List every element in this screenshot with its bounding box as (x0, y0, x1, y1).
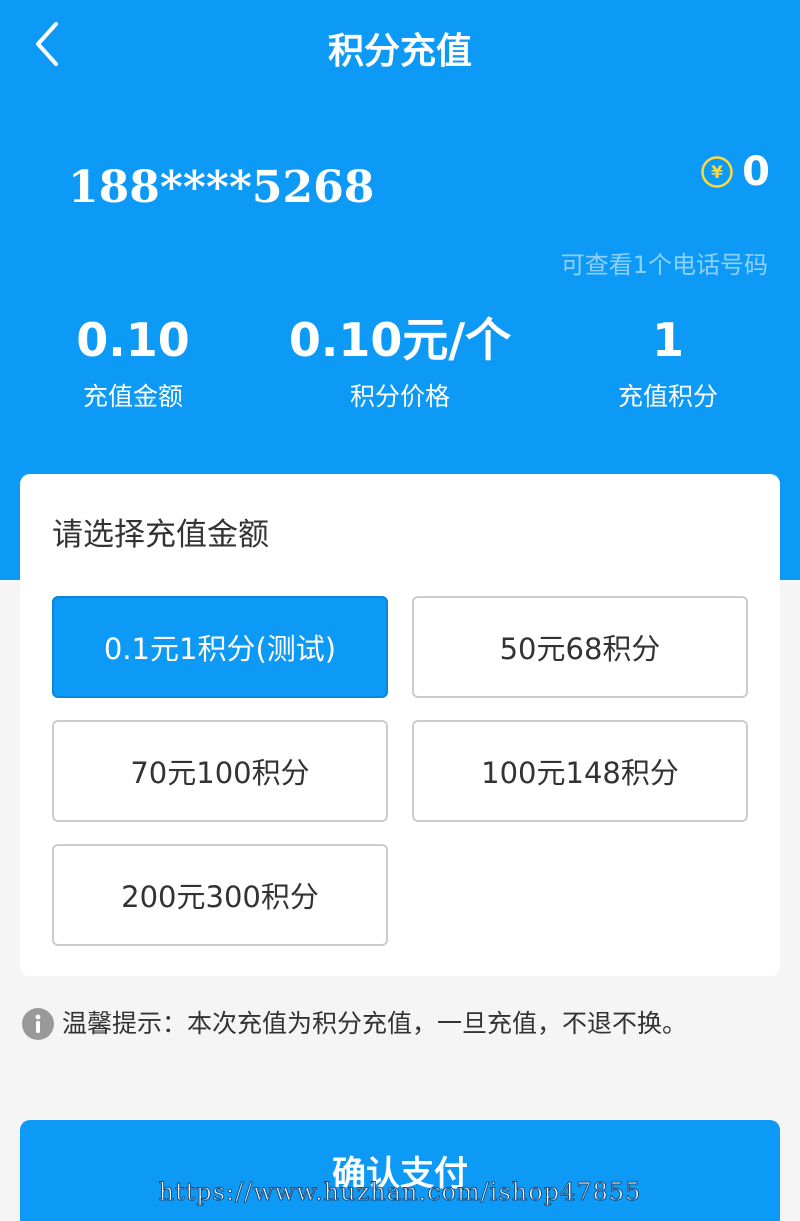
info-icon (22, 1008, 54, 1040)
option-label: 100元148积分 (481, 756, 679, 790)
phone-number: 188****5268 (68, 162, 375, 213)
stat-value: 1 (651, 313, 684, 367)
phone-quota-hint: 可查看1个电话号码 (560, 251, 768, 279)
stat-value: 0.10元/个 (288, 313, 512, 367)
yen-coin-icon: ¥ (701, 156, 733, 188)
confirm-pay-button[interactable]: 确认支付 (20, 1120, 780, 1221)
balance-value: 0 (742, 149, 770, 195)
option-label: 0.1元1积分(测试) (103, 632, 337, 666)
option-label: 50元68积分 (499, 632, 661, 666)
stat-value: 0.10 (76, 313, 190, 367)
amount-selection-card: 请选择充值金额 0.1元1积分(测试) 50元68积分 70元100积分 100… (20, 474, 780, 976)
notice: 温馨提示：本次充值为积分充值，一旦充值，不退不换。 (22, 1006, 687, 1042)
stat-label: 积分价格 (349, 382, 450, 411)
option-70-yuan[interactable]: 70元100积分 (52, 720, 388, 822)
option-100-yuan[interactable]: 100元148积分 (412, 720, 748, 822)
svg-text:¥: ¥ (711, 163, 723, 183)
points-balance: ¥ 0 (700, 150, 770, 194)
option-0-1-yuan[interactable]: 0.1元1积分(测试) (52, 596, 388, 698)
option-label: 200元300积分 (121, 880, 319, 914)
option-200-yuan[interactable]: 200元300积分 (52, 844, 388, 946)
stat-recharge-points: 1 充值积分 (538, 312, 798, 414)
stat-label: 充值积分 (617, 382, 718, 411)
option-label: 70元100积分 (130, 756, 310, 790)
stat-label: 充值金额 (82, 382, 183, 411)
stat-recharge-amount: 0.10 充值金额 (3, 312, 263, 414)
page-title: 积分充值 (327, 31, 472, 72)
confirm-label: 确认支付 (332, 1154, 468, 1194)
card-title: 请选择充值金额 (52, 517, 269, 553)
option-50-yuan[interactable]: 50元68积分 (412, 596, 748, 698)
stat-points-price: 0.10元/个 积分价格 (270, 312, 530, 414)
notice-text: 温馨提示：本次充值为积分充值，一旦充值，不退不换。 (62, 1009, 688, 1038)
